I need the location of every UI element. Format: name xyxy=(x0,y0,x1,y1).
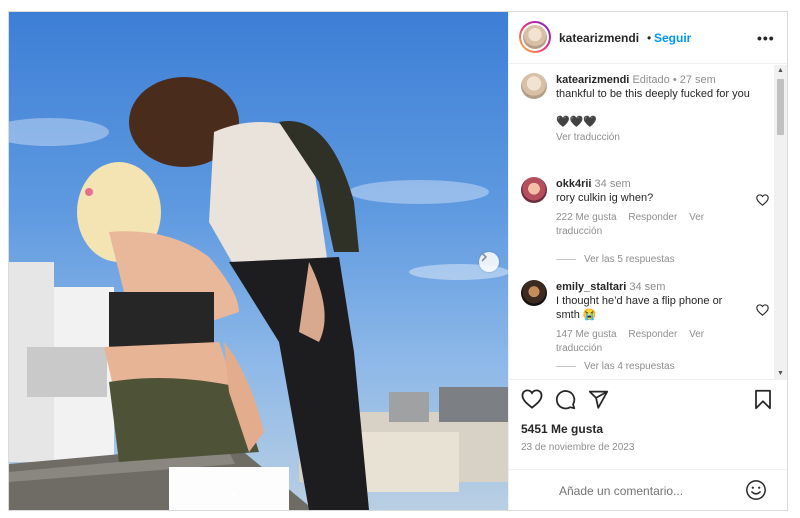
comments-list[interactable]: katearizmendi Editado • 27 sem thankful … xyxy=(509,65,774,379)
comment-time[interactable]: 34 sem xyxy=(629,281,665,293)
caption-emoji: 🖤🖤🖤 xyxy=(556,116,598,128)
comments-scrollbar[interactable]: ▲ ▼ xyxy=(774,65,787,379)
caption-separator: • xyxy=(672,74,677,86)
carousel-next-button[interactable] xyxy=(479,252,499,272)
author-avatar-image xyxy=(523,25,547,49)
chevron-right-icon xyxy=(481,252,487,262)
caption-avatar[interactable] xyxy=(521,73,547,99)
photo-illustration xyxy=(9,77,508,510)
caption-username[interactable]: katearizmendi xyxy=(556,74,629,86)
more-options-button[interactable]: ••• xyxy=(757,30,775,46)
comment-likes[interactable]: 222 Me gusta xyxy=(556,212,617,223)
reply-button[interactable]: Responder xyxy=(628,329,677,340)
heart-icon[interactable] xyxy=(521,389,543,409)
caption-edited: Editado xyxy=(632,74,670,86)
comment-like-heart-icon[interactable] xyxy=(756,304,769,316)
carousel-dot xyxy=(263,492,268,497)
caption-time[interactable]: 27 sem xyxy=(680,74,716,86)
reply-button[interactable]: Responder xyxy=(628,212,677,223)
comment-username[interactable]: emily_staltari xyxy=(556,281,626,293)
scroll-down-arrow-icon[interactable]: ▼ xyxy=(777,370,784,377)
author-username[interactable]: katearizmendi xyxy=(559,31,639,45)
post-actions: 5451 Me gusta 23 de noviembre de 2023 xyxy=(509,379,787,470)
comment-like-heart-icon[interactable] xyxy=(756,194,769,206)
comment-icon[interactable] xyxy=(555,389,576,410)
comment-text: rory culkin ig when? xyxy=(556,192,654,204)
smiley-icon[interactable] xyxy=(745,479,767,501)
carousel-dot xyxy=(231,492,236,497)
carousel-dot xyxy=(247,492,252,497)
comment-composer xyxy=(509,469,787,510)
caption-translate-link[interactable]: Ver traducción xyxy=(556,131,761,145)
post-header: katearizmendi • Seguir ••• xyxy=(509,12,787,64)
caption-translate-label[interactable]: Ver traducción xyxy=(556,132,620,143)
comment-avatar[interactable] xyxy=(521,280,547,306)
carousel-dot xyxy=(271,492,276,497)
view-replies-label[interactable]: Ver las 4 respuestas xyxy=(584,361,675,372)
carousel-dot xyxy=(239,492,244,497)
likes-count[interactable]: 5451 Me gusta xyxy=(521,422,603,436)
comment-actions: 147 Me gusta Responder Ver traducción xyxy=(556,328,761,356)
paper-plane-icon[interactable] xyxy=(588,389,609,410)
post-side-panel: katearizmendi • Seguir ••• katearizmendi… xyxy=(508,12,787,510)
replies-divider xyxy=(556,259,576,260)
post-photo xyxy=(9,12,508,510)
follow-button[interactable]: Seguir xyxy=(654,31,691,45)
replies-divider xyxy=(556,366,576,367)
post-dialog: katearizmendi • Seguir ••• katearizmendi… xyxy=(8,11,788,511)
bookmark-icon[interactable] xyxy=(754,389,772,410)
comment-actions: 222 Me gusta Responder Ver traducción xyxy=(556,211,761,239)
comment-username[interactable]: okk4rii xyxy=(556,178,591,190)
comment-likes[interactable]: 147 Me gusta xyxy=(556,329,617,340)
post-date[interactable]: 23 de noviembre de 2023 xyxy=(521,442,634,453)
scroll-up-arrow-icon[interactable]: ▲ xyxy=(777,67,784,74)
view-replies-button[interactable]: Ver las 4 respuestas xyxy=(556,361,675,372)
view-replies-button[interactable]: Ver las 5 respuestas xyxy=(556,254,675,265)
view-replies-label[interactable]: Ver las 5 respuestas xyxy=(584,254,675,265)
author-avatar[interactable] xyxy=(519,21,551,53)
carousel-dot xyxy=(279,492,284,497)
comment-time[interactable]: 34 sem xyxy=(595,178,631,190)
comment-text: I thought he’d have a flip phone or smth… xyxy=(556,295,723,321)
carousel-indicator xyxy=(231,492,284,497)
comment-input[interactable] xyxy=(557,480,751,502)
caption-text: thankful to be this deeply fucked for yo… xyxy=(556,88,750,100)
header-separator: • xyxy=(647,31,652,45)
comment-avatar[interactable] xyxy=(521,177,547,203)
carousel-dot xyxy=(255,492,260,497)
scrollbar-thumb[interactable] xyxy=(777,79,784,135)
